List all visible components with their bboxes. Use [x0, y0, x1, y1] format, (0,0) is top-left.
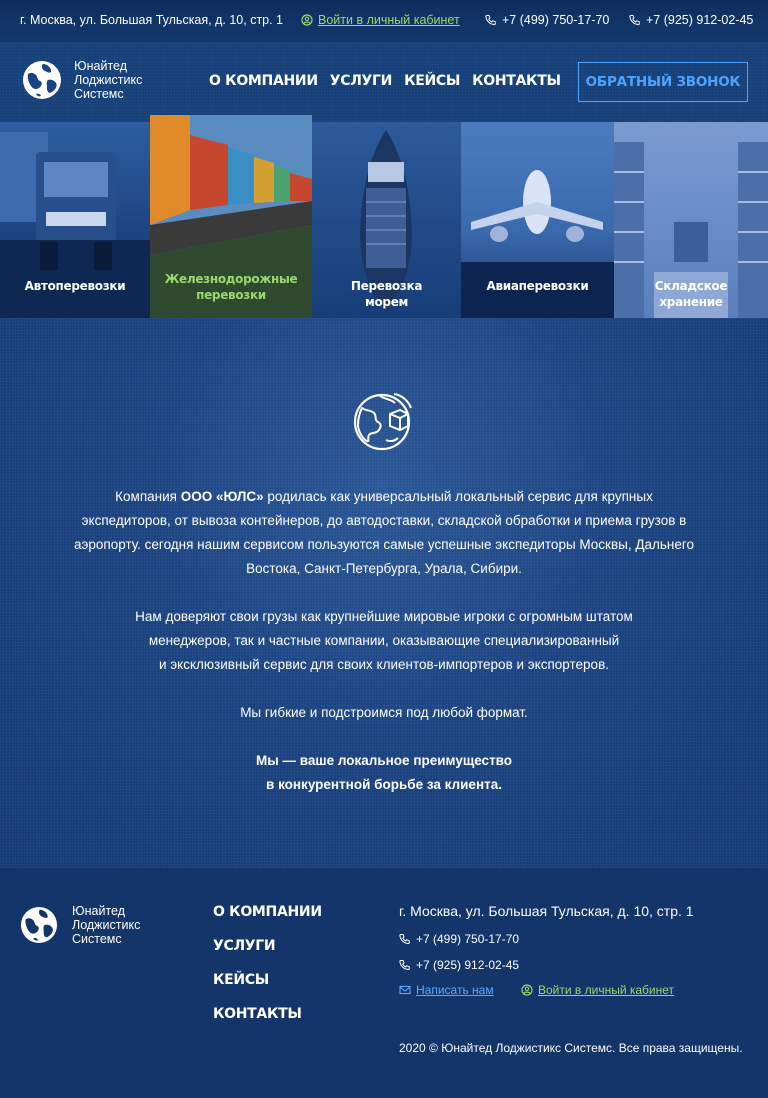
about-paragraph-3: Мы гибкие и подстроимся под любой формат…: [240, 705, 528, 720]
company-name: ООО «ЮЛС»: [180, 489, 264, 504]
topbar-phone-1[interactable]: +7 (499) 750-17-70: [485, 13, 609, 27]
nav-item-company[interactable]: О КОМПАНИИ: [209, 73, 318, 89]
logo[interactable]: Юнайтед Лоджистикс Системс: [22, 59, 142, 101]
services-strip: Автоперевозки Железнодорожные перевозки: [0, 115, 768, 318]
footer-write-label[interactable]: Написать нам: [416, 983, 494, 997]
service-card-air[interactable]: Авиаперевозки: [461, 122, 614, 318]
service-warehouse-line2: хранение: [659, 295, 723, 309]
globe-box-icon: [353, 393, 412, 451]
service-rail-line2: перевозки: [196, 288, 266, 302]
slogan-line1: Мы — ваше локальное преимущество: [255, 753, 513, 768]
topbar-address: г. Москва, ул. Большая Тульская, д. 10, …: [20, 13, 284, 27]
footer-phone-2-label[interactable]: +7 (925) 912-02-45: [416, 958, 519, 972]
globe-logo-icon: [23, 61, 61, 99]
slogan-line2: в конкурентной борьбе за клиента.: [266, 777, 502, 792]
about-p1-intro: Компания: [115, 489, 181, 504]
top-bar: г. Москва, ул. Большая Тульская, д. 10, …: [0, 0, 768, 42]
footer-phone-1[interactable]: +7 (499) 750-17-70: [399, 932, 519, 946]
service-auto-line1: Автоперевозки: [24, 279, 126, 293]
footer-logo-line-3: Системс: [72, 932, 122, 946]
callback-button[interactable]: ОБРАТНЫЙ ЗВОНОК: [578, 62, 748, 102]
phone-icon: [399, 934, 410, 945]
topbar-phone-2-label[interactable]: +7 (925) 912-02-45: [646, 13, 753, 27]
service-sea-line2: морем: [364, 295, 409, 309]
service-warehouse-line1: Складское: [654, 279, 728, 293]
nav-item-cases[interactable]: КЕЙСЫ: [404, 73, 460, 89]
service-rail-line1: Железнодорожные: [164, 272, 298, 286]
footer-nav-contacts[interactable]: КОНТАКТЫ: [213, 1006, 322, 1040]
nav-item-contacts[interactable]: КОНТАКТЫ: [472, 73, 561, 89]
about-slogan: Мы — ваше локальное преимущество в конку…: [70, 749, 698, 797]
phone-icon: [399, 960, 410, 971]
service-label-sea: Перевозка морем: [312, 278, 461, 310]
footer-phone-2[interactable]: +7 (925) 912-02-45: [399, 958, 519, 972]
about-paragraph-1: Компания ООО «ЮЛС» родилась как универса…: [70, 485, 698, 581]
footer-logo-line-1: Юнайтед: [72, 904, 126, 918]
footer-login-label[interactable]: Войти в личный кабинет: [538, 983, 674, 997]
topbar-login-link[interactable]: Войти в личный кабинет: [301, 13, 460, 27]
service-card-sea[interactable]: Перевозка морем: [312, 122, 461, 318]
footer-address: г. Москва, ул. Большая Тульская, д. 10, …: [399, 903, 694, 919]
footer-logo-line-2: Лоджистикс: [72, 918, 141, 932]
logo-line-1: Юнайтед: [74, 59, 128, 73]
logo-line-3: Системс: [74, 87, 124, 101]
topbar-phone-1-label[interactable]: +7 (499) 750-17-70: [502, 13, 609, 27]
globe-logo-icon: [20, 906, 58, 944]
footer-nav: О КОМПАНИИ УСЛУГИ КЕЙСЫ КОНТАКТЫ: [213, 904, 322, 1040]
footer-phone-1-label[interactable]: +7 (499) 750-17-70: [416, 932, 519, 946]
footer-nav-services[interactable]: УСЛУГИ: [213, 938, 322, 972]
about-p2-line1: Нам доверяют свои грузы как крупнейшие м…: [135, 609, 633, 624]
mail-icon: [399, 985, 411, 995]
footer-write-link[interactable]: Написать нам: [399, 983, 494, 997]
footer-nav-company[interactable]: О КОМПАНИИ: [213, 904, 322, 938]
phone-icon: [629, 15, 640, 26]
service-card-rail[interactable]: Железнодорожные перевозки: [150, 115, 312, 318]
logo-text: Юнайтед Лоджистикс Системс: [74, 59, 142, 101]
topbar-login-label[interactable]: Войти в личный кабинет: [318, 13, 460, 27]
service-card-auto[interactable]: Автоперевозки: [0, 122, 150, 318]
about-p2-line3: и эксклюзивный сервис для своих клиентов…: [159, 657, 609, 672]
about-paragraph-2: Нам доверяют свои грузы как крупнейшие м…: [70, 605, 698, 677]
logo-line-2: Лоджистикс: [74, 73, 143, 87]
footer-login-link[interactable]: Войти в личный кабинет: [521, 983, 674, 997]
footer-logo-text: Юнайтед Лоджистикс Системс: [72, 904, 140, 946]
service-label-warehouse: Складское хранение: [614, 278, 768, 310]
service-label-rail: Железнодорожные перевозки: [150, 271, 312, 303]
nav-item-services[interactable]: УСЛУГИ: [330, 73, 393, 89]
phone-icon: [485, 15, 496, 26]
service-label-auto: Автоперевозки: [0, 278, 150, 294]
site-header: Юнайтед Лоджистикс Системс О КОМПАНИИ УС…: [0, 42, 768, 122]
user-circle-icon: [301, 14, 313, 26]
user-circle-icon: [521, 984, 533, 996]
topbar-phone-2[interactable]: +7 (925) 912-02-45: [629, 13, 753, 27]
service-card-warehouse[interactable]: Складское хранение: [614, 122, 768, 318]
service-label-air: Авиаперевозки: [461, 278, 614, 294]
site-footer: Юнайтед Лоджистикс Системс О КОМПАНИИ УС…: [0, 868, 768, 1098]
about-section: Компания ООО «ЮЛС» родилась как универса…: [0, 318, 768, 868]
footer-logo[interactable]: Юнайтед Лоджистикс Системс: [20, 904, 140, 946]
service-air-line1: Авиаперевозки: [486, 279, 589, 293]
about-p2-line2: менеджеров, так и частные компании, оказ…: [148, 633, 620, 648]
footer-nav-cases[interactable]: КЕЙСЫ: [213, 972, 322, 1006]
service-sea-line1: Перевозка: [350, 279, 423, 293]
copyright: 2020 © Юнайтед Лоджистикс Системс. Все п…: [399, 1041, 743, 1055]
main-nav: О КОМПАНИИ УСЛУГИ КЕЙСЫ КОНТАКТЫ: [209, 73, 561, 89]
